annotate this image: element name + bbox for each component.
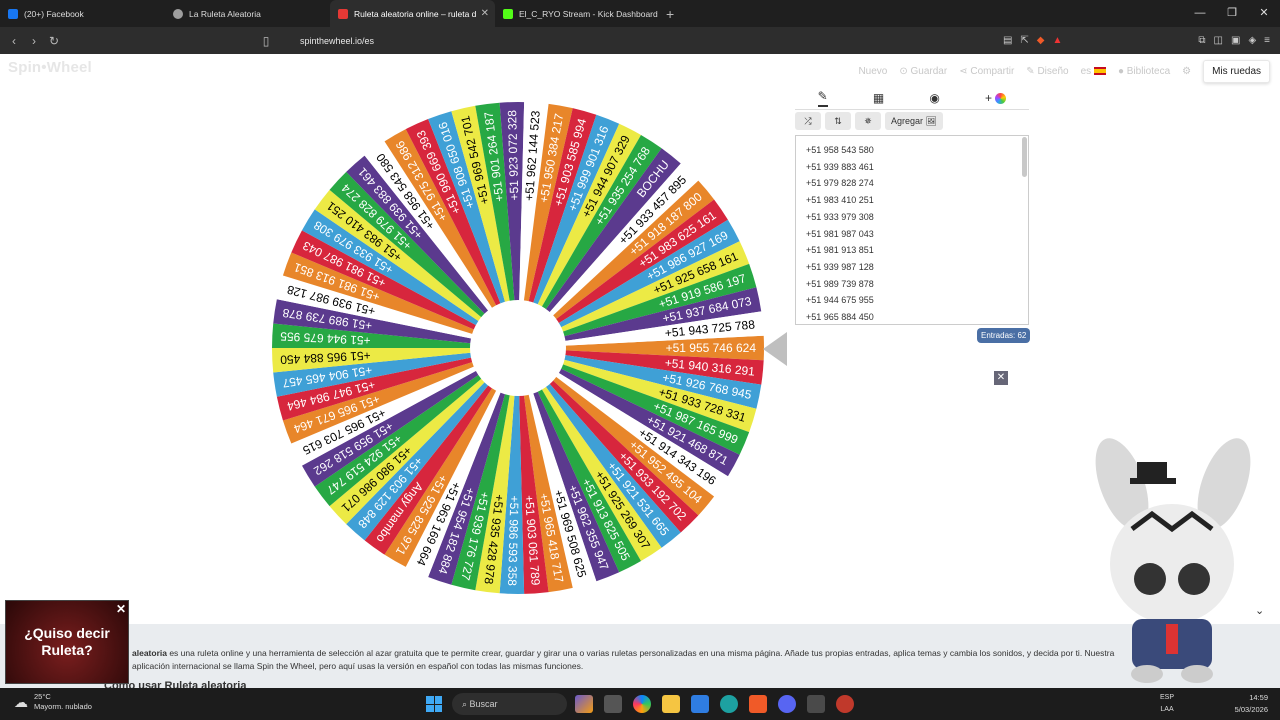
language-select[interactable]: es (1081, 66, 1106, 77)
image-button[interactable]: ✵ (855, 112, 881, 130)
sort-button[interactable]: ⇅ (825, 112, 851, 130)
description-text: aleatoria es una ruleta online y una her… (132, 648, 1115, 671)
mis-ruedas-button[interactable]: Mis ruedas (1203, 60, 1270, 83)
sidebar-icon[interactable]: ◫ (1214, 35, 1223, 46)
nuevo-link[interactable]: Nuevo (858, 66, 887, 77)
entries-scrollbar[interactable] (1022, 137, 1027, 177)
weather-widget[interactable]: ☁ 25°C Mayorm. nublado (14, 692, 92, 712)
widget-app-icon[interactable] (575, 695, 593, 713)
entry-line[interactable]: +51 979 828 274 (806, 175, 1018, 192)
pencil-icon[interactable]: ✎ (817, 89, 828, 107)
close-ad-icon[interactable]: ✕ (116, 601, 126, 618)
share-icon[interactable]: ⇱ (1020, 35, 1028, 46)
cloud-icon: ☁ (14, 694, 28, 710)
taskbar-apps (575, 695, 854, 713)
store-icon[interactable] (691, 695, 709, 713)
spin-wheel[interactable]: +51 955 746 624+51 940 316 291+51 926 76… (272, 102, 764, 594)
wheel-segment-label: +51 955 746 624 (666, 341, 757, 355)
palette-icon[interactable]: + (985, 91, 1007, 105)
vpn-icon[interactable]: ◈ (1248, 35, 1256, 46)
shuffle-button[interactable]: ⤮ (795, 112, 821, 130)
extensions-icon[interactable]: ⧉ (1198, 35, 1205, 46)
copilot-icon[interactable] (633, 695, 651, 713)
entry-line[interactable]: +51 939 883 461 (806, 159, 1018, 176)
language-indicator[interactable]: ESP LAA (1160, 692, 1174, 716)
brave-shield-icon[interactable]: ◆ (1037, 35, 1045, 46)
entries-textarea[interactable]: +51 958 543 580 +51 939 883 461 +51 979 82… (795, 135, 1029, 325)
app-icon[interactable] (807, 695, 825, 713)
close-tab-icon[interactable]: ✕ (481, 8, 489, 19)
hide-icon[interactable]: ◉ (929, 91, 939, 105)
entry-toolbar: ⤮ ⇅ ✵ Agregar 🖼 (795, 112, 943, 130)
entry-line[interactable]: +51 981 913 851 (806, 242, 1018, 259)
add-image-button[interactable]: Agregar 🖼 (885, 112, 943, 130)
close-icon[interactable]: ✕ (994, 371, 1008, 385)
entry-line[interactable]: +51 939 987 128 (806, 259, 1018, 276)
brave-icon[interactable] (749, 695, 767, 713)
url-field[interactable]: spinthewheel.io/es (300, 36, 374, 46)
top-nav: Nuevo ⊙ Guardar ⋖ Compartir ✎ Diseño es … (858, 60, 1270, 83)
globe-icon (173, 8, 183, 19)
tab-ruleta[interactable]: La Ruleta Aleatoria (165, 0, 330, 27)
entry-line[interactable]: +51 958 543 580 (806, 142, 1018, 159)
window-controls: — ❐ ✕ (1184, 0, 1280, 27)
address-bar: ‹ › ↻ ▯ spinthewheel.io/es ▤ ⇱ ◆ ▲ ⧉ ◫ ▣… (0, 27, 1280, 54)
maximize-button[interactable]: ❐ (1216, 0, 1248, 27)
tab-facebook[interactable]: (20+) Facebook (0, 0, 165, 27)
taskbar: ☁ 25°C Mayorm. nublado ⌕ Buscar ESP LAA 14… (0, 688, 1280, 720)
tab-kick[interactable]: El_C_RYO Stream - Kick Dashboard (495, 0, 660, 27)
entry-line[interactable]: +51 965 884 450 (806, 309, 1018, 324)
taskbar-search[interactable]: ⌕ Buscar (452, 693, 567, 715)
entries-count-badge: Entradas: 62 (977, 328, 1031, 343)
entry-line[interactable]: +51 983 410 251 (806, 192, 1018, 209)
guardar-link[interactable]: ⊙ Guardar (899, 66, 947, 77)
clock[interactable]: 14:59 5/03/2026 (1235, 692, 1268, 716)
edge-icon[interactable] (720, 695, 738, 713)
extensions-area: ▤ ⇱ ◆ ▲ ⧉ ◫ ▣ ◈ ≡ (1003, 27, 1270, 54)
entry-line[interactable]: +51 933 979 308 (806, 209, 1018, 226)
clipboard-icon[interactable]: ▦ (873, 91, 884, 105)
browser-tab-bar: (20+) Facebook La Ruleta Aleatoria Rulet… (0, 0, 1280, 27)
diseno-link[interactable]: ✎ Diseño (1026, 66, 1068, 77)
taskview-icon[interactable] (604, 695, 622, 713)
wheel-center[interactable] (470, 300, 566, 396)
wheel-segment-label: +51 923 072 328 (505, 110, 521, 201)
menu-icon[interactable]: ≡ (1264, 35, 1270, 46)
compartir-link[interactable]: ⋖ Compartir (959, 66, 1014, 77)
site-logo[interactable]: Spin•Wheel (8, 59, 92, 76)
forward-icon[interactable]: › (24, 34, 44, 48)
close-window-button[interactable]: ✕ (1248, 0, 1280, 27)
wheel-icon (338, 8, 348, 19)
spain-flag-icon (1093, 67, 1106, 76)
mascot-plush-image (1095, 438, 1251, 683)
facebook-icon (8, 8, 18, 19)
ad-banner[interactable]: ✕ ¿Quiso decir Ruleta? (5, 600, 129, 684)
entry-line[interactable]: +51 944 675 955 (806, 292, 1018, 309)
entry-line[interactable]: +51 981 987 043 (806, 226, 1018, 243)
discord-icon[interactable] (778, 695, 796, 713)
page-content: Spin•Wheel Nuevo ⊙ Guardar ⋖ Compartir ✎… (0, 54, 1280, 688)
biblioteca-link[interactable]: ● Biblioteca (1118, 66, 1170, 77)
settings-icon[interactable]: ⚙ (1182, 66, 1191, 77)
new-tab-button[interactable]: + (666, 6, 674, 22)
obs-icon[interactable] (836, 695, 854, 713)
back-icon[interactable]: ‹ (4, 34, 24, 48)
wallet-icon[interactable]: ▣ (1231, 35, 1240, 46)
panel-tabs: ✎ ▦ ◉ + (795, 86, 1029, 110)
tab-spinthewheel[interactable]: Ruleta aleatoria online – ruleta d ✕ (330, 0, 495, 27)
reader-icon[interactable]: ▤ (1003, 35, 1012, 46)
reload-icon[interactable]: ↻ (44, 34, 64, 48)
file-explorer-icon[interactable] (662, 695, 680, 713)
bookmark-icon[interactable]: ▯ (256, 34, 276, 48)
chevron-down-icon[interactable]: ⌄ (1255, 604, 1264, 617)
rewards-icon[interactable]: ▲ (1053, 35, 1063, 46)
wheel-pointer (763, 332, 787, 366)
entry-line[interactable]: +51 989 739 878 (806, 276, 1018, 293)
kick-icon (503, 8, 513, 19)
wheel-segment-label: +51 986 593 358 (505, 495, 521, 586)
windows-start-icon[interactable] (426, 696, 442, 712)
minimize-button[interactable]: — (1184, 0, 1216, 27)
